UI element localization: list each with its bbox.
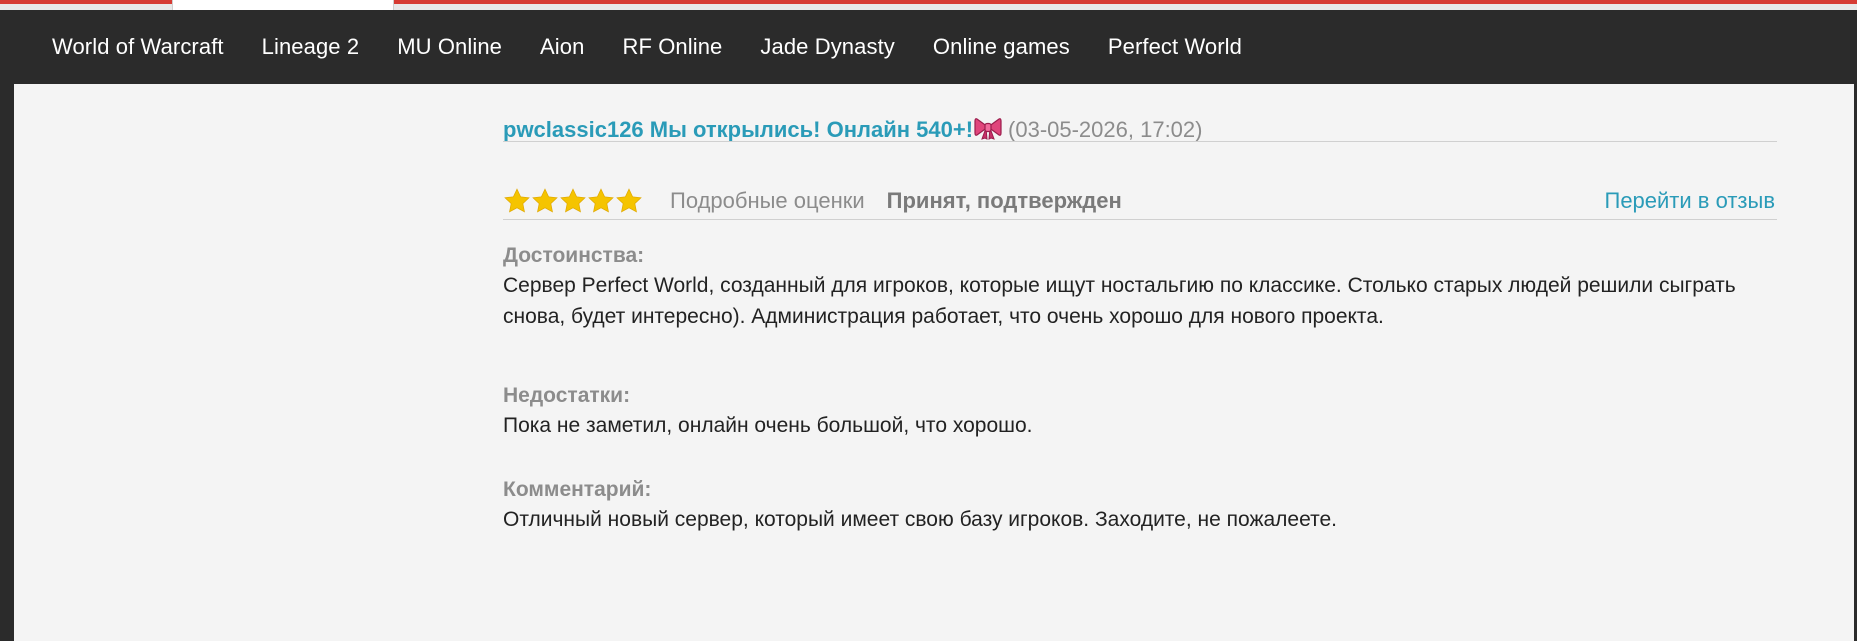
comment-text: Отличный новый сервер, который имеет сво… <box>503 508 1337 531</box>
star-icon <box>560 188 586 213</box>
nav-item-rf-online[interactable]: RF Online <box>622 34 722 60</box>
nav-item-lineage-2[interactable]: Lineage 2 <box>262 34 360 60</box>
star-icon <box>616 188 642 213</box>
pros-section: Достоинства: Сервер Perfect World, созда… <box>503 242 1777 332</box>
nav-item-jade-dynasty[interactable]: Jade Dynasty <box>760 34 895 60</box>
review-status: Принят, подтвержден <box>886 188 1122 213</box>
detailed-ratings-link[interactable]: Подробные оценки <box>670 188 865 214</box>
goto-review-link[interactable]: Перейти в отзыв <box>1605 188 1776 214</box>
comment-section: Комментарий: Отличный новый сервер, кото… <box>503 476 1777 535</box>
pros-label: Достоинства: <box>503 244 645 267</box>
star-rating <box>503 187 643 215</box>
divider-bottom <box>503 219 1777 220</box>
cons-label: Недостатки: <box>503 384 631 407</box>
nav-item-mu-online[interactable]: MU Online <box>397 34 502 60</box>
nav-item-online-games[interactable]: Online games <box>933 34 1070 60</box>
top-navigation: World of Warcraft Lineage 2 MU Online Ai… <box>0 10 1857 84</box>
cons-text: Пока не заметил, онлайн очень большой, ч… <box>503 414 1033 437</box>
review-title-link[interactable]: pwclassic126 Мы открылись! Онлайн 540+! <box>503 117 973 142</box>
divider-top <box>503 141 1777 142</box>
nav-item-perfect-world[interactable]: Perfect World <box>1108 34 1242 60</box>
star-icon <box>504 188 530 213</box>
star-icon <box>588 188 614 213</box>
review-date: (03-05-2026, 17:02) <box>1008 117 1203 142</box>
nav-item-world-of-warcraft[interactable]: World of Warcraft <box>52 34 224 60</box>
main-content: pwclassic126 Мы открылись! Онлайн 540+! … <box>14 84 1854 641</box>
comment-label: Комментарий: <box>503 478 652 501</box>
rating-row: Подробные оценки Принят, подтвержден Пер… <box>503 182 1777 220</box>
pros-text: Сервер Perfect World, созданный для игро… <box>503 274 1736 328</box>
cons-section: Недостатки: Пока не заметил, онлайн очен… <box>503 382 1777 441</box>
star-icon <box>532 188 558 213</box>
browser-tab-strip <box>0 0 1857 10</box>
browser-tab[interactable] <box>172 0 394 10</box>
nav-item-aion[interactable]: Aion <box>540 34 584 60</box>
